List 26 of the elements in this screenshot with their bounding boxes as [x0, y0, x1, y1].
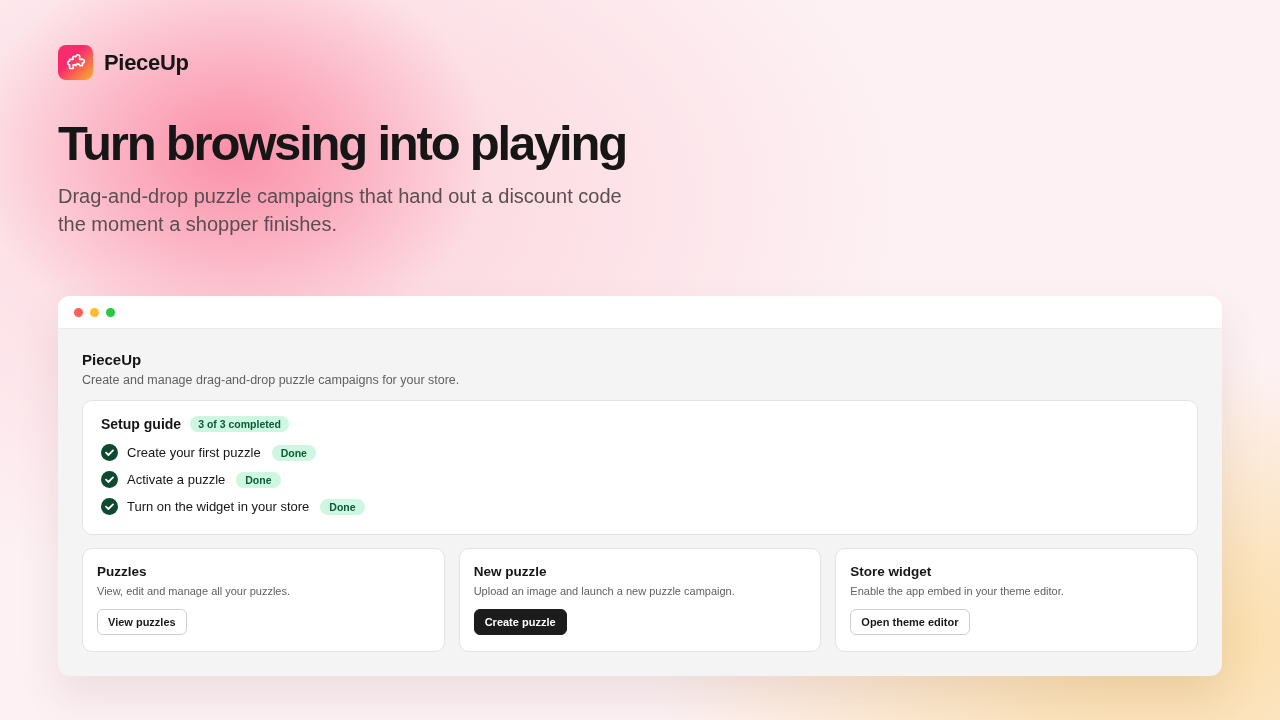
hero-title: Turn browsing into playing [58, 115, 627, 172]
step-label: Activate a puzzle [127, 472, 226, 487]
card-description: View, edit and manage all your puzzles. [97, 585, 292, 597]
status-badge: Done [236, 471, 281, 488]
status-badge: Done [320, 498, 365, 515]
progress-badge: 3 of 3 completed [190, 416, 289, 432]
status-badge: Done [271, 444, 316, 461]
secondary-button[interactable]: View puzzles [97, 609, 187, 635]
card-title: New puzzle [473, 564, 548, 579]
brand-name: PieceUp [104, 49, 189, 76]
app-logo-icon [58, 45, 93, 80]
primary-button[interactable]: Create puzzle [473, 609, 567, 635]
card-title: Store widget [850, 564, 933, 579]
setup-guide-title: Setup guide [101, 416, 182, 432]
card-description: Enable the app embed in your theme editor. [850, 585, 1065, 597]
maximize-dot-icon[interactable] [106, 307, 115, 317]
close-dot-icon[interactable] [74, 307, 83, 317]
page-title: PieceUp [82, 351, 143, 368]
step-label: Turn on the widget in your store [127, 499, 310, 514]
minimize-dot-icon[interactable] [90, 307, 99, 317]
card-title: Puzzles [97, 564, 148, 579]
secondary-button[interactable]: Open theme editor [850, 609, 970, 635]
hero-subtitle: Drag-and-drop puzzle campaigns that hand out a discount code the moment a shopper finishes. [58, 184, 623, 237]
page-description: Create and manage drag-and-drop puzzle campaigns for your store. [82, 373, 461, 387]
step-label: Create your first puzzle [127, 445, 261, 460]
card-description: Upload an image and launch a new puzzle campaign. [473, 585, 736, 597]
